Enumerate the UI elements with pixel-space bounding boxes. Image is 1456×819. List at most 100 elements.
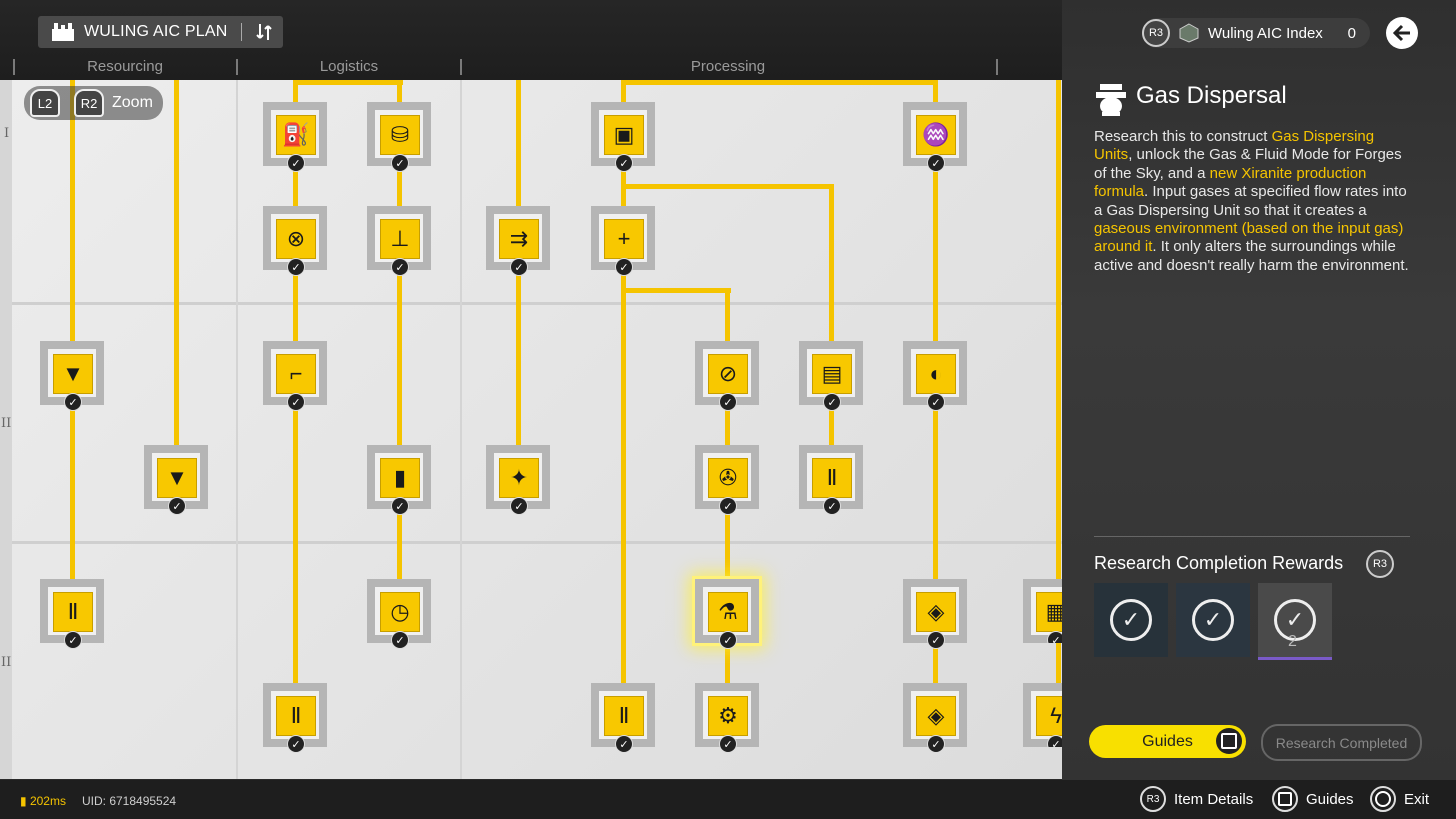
- completed-check-icon: ✓: [64, 631, 82, 649]
- ping-value: 202ms: [29, 794, 66, 808]
- ping-indicator: ▮ 202ms: [20, 794, 66, 808]
- tech-node[interactable]: ♒ ✓: [903, 102, 967, 172]
- tech-node[interactable]: ▦ ✓: [1023, 579, 1062, 643]
- guides-button[interactable]: Guides: [1089, 725, 1246, 758]
- tank-ii-icon: Ⅱ: [53, 592, 93, 632]
- tech-tree-board[interactable]: [12, 80, 1062, 779]
- exit-hint[interactable]: Exit: [1370, 786, 1429, 812]
- r2-button[interactable]: R2: [74, 89, 104, 117]
- tech-node[interactable]: ◐ ✓: [903, 341, 967, 411]
- completed-check-icon: ✓: [287, 393, 305, 411]
- category-resourcing[interactable]: Resourcing: [14, 58, 236, 75]
- tank-drop-icon: ◐: [916, 354, 956, 394]
- drill-mud-icon: ▼: [157, 458, 197, 498]
- zoom-control[interactable]: L2 R2 Zoom: [24, 86, 163, 120]
- furnace-icon: ▤: [812, 354, 852, 394]
- l2-button[interactable]: L2: [30, 89, 60, 117]
- tech-node[interactable]: ▣ ✓: [591, 102, 655, 172]
- tech-node[interactable]: ✦ ✓: [486, 445, 550, 515]
- pipe-ii-icon: Ⅱ: [276, 696, 316, 736]
- bottle-icon: ▣: [604, 115, 644, 155]
- hint-label: Guides: [1306, 790, 1354, 808]
- fan-icon: ✇: [708, 458, 748, 498]
- drop-ii-icon: Ⅱ: [604, 696, 644, 736]
- factory-icon: [48, 20, 78, 44]
- fuel-can-icon: ⛁: [380, 115, 420, 155]
- completed-check-icon: ✓: [391, 631, 409, 649]
- hint-label: Item Details: [1174, 790, 1254, 808]
- drill-icon: ▼: [53, 354, 93, 394]
- completed-check-icon: ✓: [64, 393, 82, 411]
- back-arrow-icon[interactable]: [1386, 17, 1418, 49]
- tech-node[interactable]: ϟ ✓: [1023, 683, 1062, 747]
- completed-check-icon: ✓: [287, 154, 305, 172]
- tech-node[interactable]: Ⅱ ✓: [40, 579, 104, 649]
- reward-item[interactable]: ✓: [1094, 583, 1168, 657]
- signal-icon: ▮: [20, 794, 30, 808]
- connector-line: [174, 80, 179, 480]
- category-processing[interactable]: Processing: [462, 58, 994, 75]
- plan-title: WULING AIC PLAN: [84, 23, 228, 40]
- category-logistics[interactable]: Logistics: [238, 58, 460, 75]
- reward-item[interactable]: ✓ 2: [1258, 583, 1332, 660]
- research-completed-button: Research Completed: [1261, 724, 1422, 761]
- tech-node[interactable]: ◷ ✓: [367, 579, 431, 649]
- valve-icon: ⊗: [276, 219, 316, 259]
- no-gas-icon: ⊘: [708, 354, 748, 394]
- completed-check-icon: ✓: [287, 258, 305, 276]
- rewards-r3-button[interactable]: R3: [1366, 550, 1394, 578]
- gas-dispersal-icon: [1092, 80, 1130, 118]
- item-details-hint[interactable]: R3 Item Details: [1140, 786, 1253, 812]
- completed-check-icon: ✓: [1047, 735, 1062, 747]
- tech-node[interactable]: ▼ ✓: [144, 445, 208, 515]
- tier-label: I: [4, 126, 10, 141]
- swap-icon[interactable]: [252, 20, 276, 44]
- r3-button[interactable]: R3: [1142, 19, 1170, 47]
- tech-node[interactable]: ▮ ✓: [367, 445, 431, 515]
- plan-title-box[interactable]: WULING AIC PLAN: [38, 16, 283, 48]
- tech-node[interactable]: ✇ ✓: [695, 445, 759, 515]
- tech-node[interactable]: ▼ ✓: [40, 341, 104, 411]
- tech-node[interactable]: ⊗ ✓: [263, 206, 327, 276]
- tech-node[interactable]: ◈ ✓: [903, 683, 967, 753]
- machine-icon: ▦: [1036, 592, 1062, 632]
- tech-node[interactable]: ◈ ✓: [903, 579, 967, 649]
- desc-text: Research this to construct: [1094, 128, 1272, 145]
- tier-separator: [12, 302, 1062, 305]
- completed-check-icon: ✓: [510, 258, 528, 276]
- completed-check-icon: ✓: [510, 497, 528, 515]
- tech-node[interactable]: ⊘ ✓: [695, 341, 759, 411]
- tech-node[interactable]: Ⅱ ✓: [263, 683, 327, 753]
- aic-index-button[interactable]: R3 Wuling AIC Index 0: [1142, 18, 1370, 48]
- guides-hint[interactable]: Guides: [1272, 786, 1354, 812]
- tech-node[interactable]: ⊥ ✓: [367, 206, 431, 276]
- square-button-icon: [1272, 786, 1298, 812]
- reward-item[interactable]: ✓: [1176, 583, 1250, 657]
- completed-check-icon: ✓: [1047, 631, 1062, 643]
- tech-node[interactable]: ⇉ ✓: [486, 206, 550, 276]
- reward-count: 2: [1288, 633, 1297, 650]
- completed-check-icon: ✓: [168, 497, 186, 515]
- tech-node[interactable]: ⛁ ✓: [367, 102, 431, 172]
- pipe-icon: ⌐: [276, 354, 316, 394]
- tech-node[interactable]: ⛽ ✓: [263, 102, 327, 172]
- tech-node[interactable]: ▤ ✓: [799, 341, 863, 411]
- completed-check-icon: ✓: [719, 497, 737, 515]
- user-id: UID: 6718495524: [82, 794, 177, 808]
- tech-node[interactable]: Ⅱ ✓: [591, 683, 655, 753]
- canister-ii-icon: Ⅱ: [812, 458, 852, 498]
- tech-node[interactable]: ⚙ ✓: [695, 683, 759, 753]
- category-divider: [996, 59, 998, 75]
- completed-check-icon: ✓: [287, 735, 305, 753]
- completed-check-icon: ✓: [719, 735, 737, 753]
- reactor-icon: ◈: [916, 592, 956, 632]
- rewards-title: Research Completion Rewards: [1094, 553, 1344, 573]
- tech-node[interactable]: + ✓: [591, 206, 655, 276]
- pump-icon: ⛽: [276, 115, 316, 155]
- tech-node-gas-dispersal[interactable]: ⚗ ✓: [695, 579, 759, 649]
- tech-node[interactable]: ⌐ ✓: [263, 341, 327, 411]
- timer-tank-icon: ◷: [380, 592, 420, 632]
- column-separator: [236, 80, 238, 779]
- tech-node[interactable]: Ⅱ ✓: [799, 445, 863, 515]
- index-value: 0: [1347, 24, 1356, 42]
